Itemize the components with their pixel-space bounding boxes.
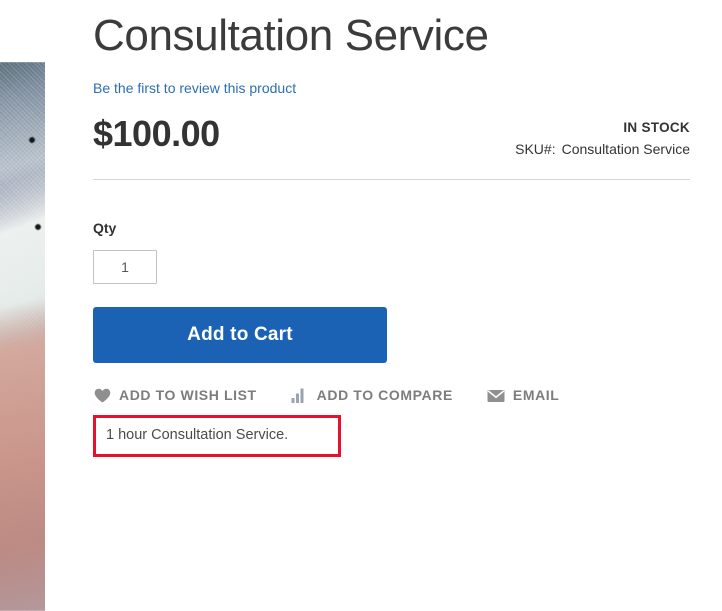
qty-label: Qty bbox=[93, 220, 117, 236]
section-divider bbox=[93, 179, 690, 180]
add-to-wishlist-link[interactable]: ADD TO WISH LIST bbox=[93, 387, 257, 403]
product-image-bitmap bbox=[0, 62, 45, 611]
sku-label: SKU#: bbox=[515, 141, 556, 157]
heart-icon bbox=[93, 387, 111, 403]
product-image[interactable] bbox=[0, 62, 45, 611]
compare-bars-icon bbox=[291, 387, 309, 403]
email-link[interactable]: EMAIL bbox=[487, 387, 560, 403]
sku-line: SKU#: Consultation Service bbox=[515, 141, 690, 157]
product-description: 1 hour Consultation Service. bbox=[106, 427, 289, 443]
stock-info-block: IN STOCK SKU#: Consultation Service bbox=[515, 114, 690, 157]
product-price: $100.00 bbox=[93, 113, 220, 154]
write-review-link[interactable]: Be the first to review this product bbox=[93, 80, 296, 96]
page-title: Consultation Service bbox=[93, 11, 489, 60]
add-to-wishlist-label: ADD TO WISH LIST bbox=[119, 387, 257, 403]
price-stock-row: $100.00 IN STOCK SKU#: Consultation Servi… bbox=[93, 114, 690, 166]
product-info-main: Consultation Service Be the first to rev… bbox=[93, 0, 690, 458]
sku-value: Consultation Service bbox=[561, 141, 690, 157]
product-action-links: ADD TO WISH LIST ADD TO COMPARE EMAIL bbox=[93, 387, 690, 403]
add-to-compare-label: ADD TO COMPARE bbox=[316, 387, 453, 403]
add-to-cart-button[interactable]: Add to Cart bbox=[93, 307, 387, 363]
add-to-compare-link[interactable]: ADD TO COMPARE bbox=[291, 387, 453, 403]
description-highlight-box: 1 hour Consultation Service. bbox=[93, 415, 341, 458]
status-badge: IN STOCK bbox=[623, 120, 690, 135]
envelope-icon bbox=[487, 387, 505, 403]
quantity-stepper[interactable] bbox=[93, 250, 157, 284]
email-label: EMAIL bbox=[512, 387, 560, 403]
